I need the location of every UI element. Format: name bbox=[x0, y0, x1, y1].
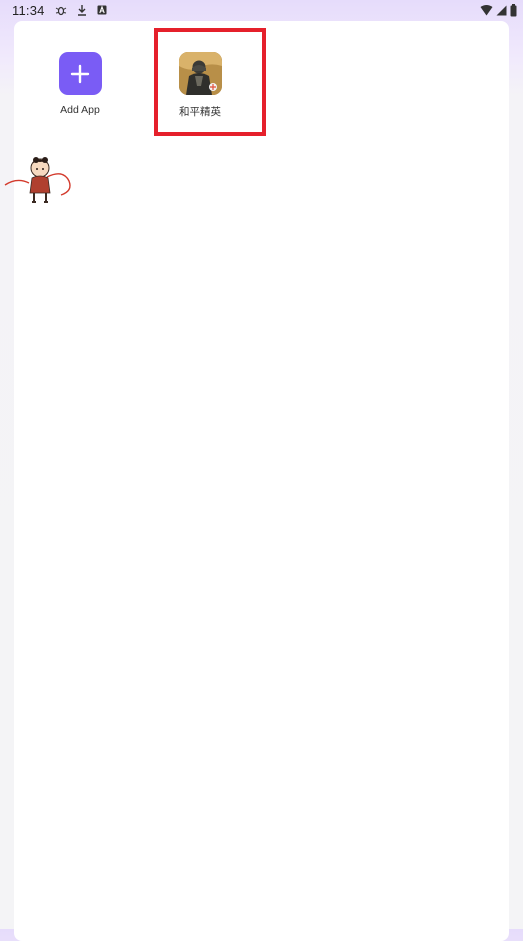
battery-icon bbox=[510, 3, 517, 17]
download-icon bbox=[77, 4, 87, 16]
plus-icon bbox=[70, 64, 90, 83]
status-left: 11:34 bbox=[12, 3, 107, 18]
mascot-sticker[interactable] bbox=[3, 155, 75, 212]
bug-icon bbox=[55, 5, 67, 16]
app-sheet: Add App 和平精英 bbox=[14, 21, 509, 941]
add-app-button[interactable]: Add App bbox=[30, 52, 130, 116]
add-app-tile[interactable] bbox=[58, 52, 102, 95]
wifi-icon bbox=[480, 4, 493, 16]
add-app-label: Add App bbox=[60, 104, 100, 116]
status-time: 11:34 bbox=[12, 2, 45, 18]
status-bar: 11:34 bbox=[0, 0, 523, 20]
a-badge-icon bbox=[97, 5, 107, 15]
mascot-icon bbox=[4, 157, 71, 203]
highlight-box bbox=[154, 28, 266, 136]
status-right bbox=[480, 3, 517, 17]
cell-signal-icon bbox=[496, 5, 507, 16]
